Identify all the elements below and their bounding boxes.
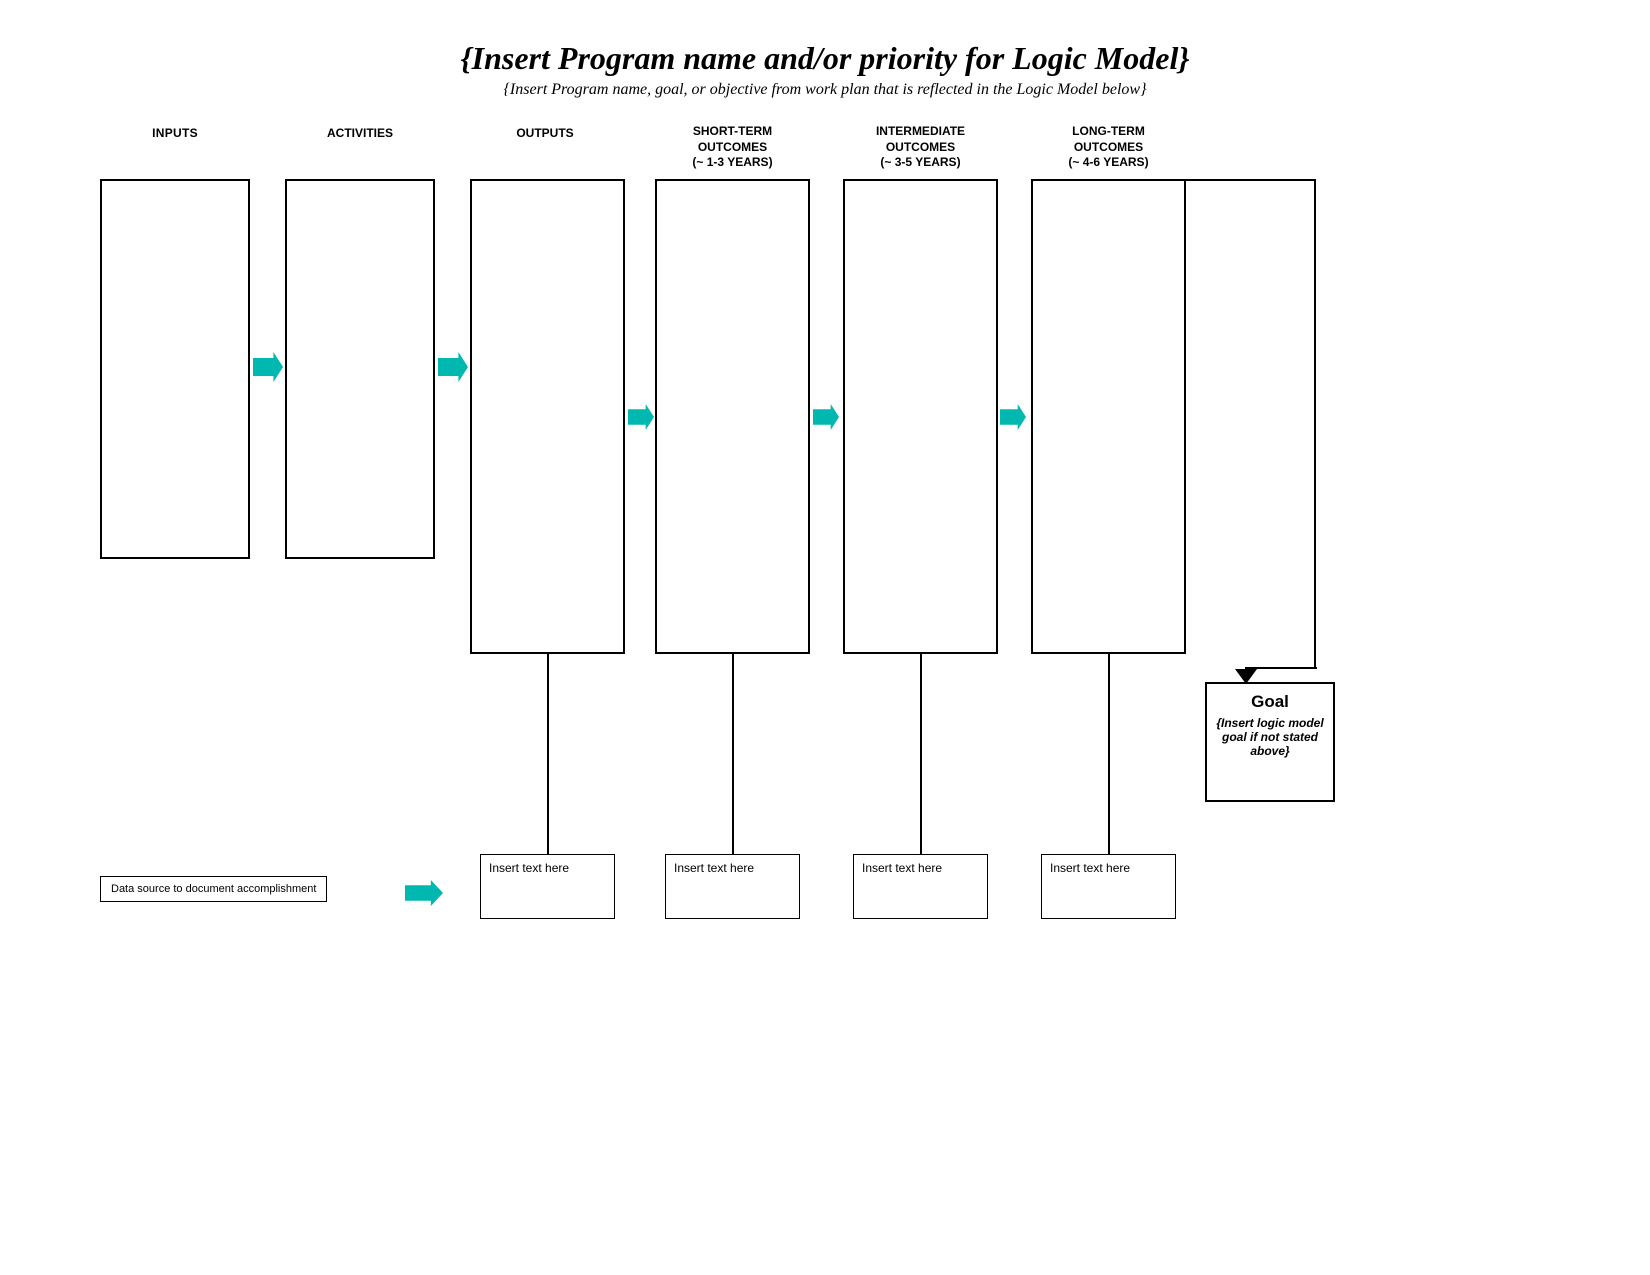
line-right-vertical (1314, 179, 1316, 669)
vert-line-outputs (547, 654, 549, 854)
arrow-data-source (405, 880, 443, 906)
vert-line-long (1108, 654, 1110, 854)
main-title: {Insert Program name and/or priority for… (60, 40, 1590, 77)
short-bottom-text: Insert text here (674, 861, 754, 875)
col-header-activities: ACTIVITIES (285, 124, 435, 142)
vert-line-short (732, 654, 734, 854)
outputs-box (470, 179, 625, 654)
short-bottom-box[interactable]: Insert text here (665, 854, 800, 919)
arrow-outputs-short (628, 404, 654, 430)
intermediate-box (843, 179, 998, 654)
long-bottom-text: Insert text here (1050, 861, 1130, 875)
col-header-intermediate: INTERMEDIATEOUTCOMES(~ 3-5 years) (843, 124, 998, 171)
short-term-box (655, 179, 810, 654)
long-term-box (1031, 179, 1186, 654)
intermediate-bottom-text: Insert text here (862, 861, 942, 875)
page: {Insert Program name and/or priority for… (0, 0, 1650, 1275)
goal-box: Goal {Insert logic model goal if not sta… (1205, 682, 1335, 802)
data-source-box: Data source to document accomplishment (100, 876, 327, 902)
col-header-inputs: inputs (100, 124, 250, 142)
col-header-short-term: SHORT-TERMOUTCOMES(~ 1-3 years) (655, 124, 810, 171)
line-top-right (1186, 179, 1316, 181)
title-section: {Insert Program name and/or priority for… (60, 40, 1590, 99)
long-bottom-box[interactable]: Insert text here (1041, 854, 1176, 919)
diagram-container: inputs ACTIVITIES OUTPUTS SHORT-TERMOUTC… (60, 124, 1590, 1124)
subtitle: {Insert Program name, goal, or objective… (60, 81, 1590, 99)
goal-subtext: {Insert logic model goal if not stated a… (1215, 716, 1325, 758)
outputs-bottom-text: Insert text here (489, 861, 569, 875)
data-source-text: Data source to document accomplishment (111, 883, 316, 895)
arrow-intermediate-long (1000, 404, 1026, 430)
inputs-box (100, 179, 250, 559)
activities-box (285, 179, 435, 559)
col-header-long-term: LONG-TERMOUTCOMES(~ 4-6 years) (1031, 124, 1186, 171)
arrow-short-intermediate (813, 404, 839, 430)
goal-label: Goal (1215, 692, 1325, 712)
vert-line-intermediate (920, 654, 922, 854)
arrow-activities-outputs (438, 352, 468, 382)
intermediate-bottom-box[interactable]: Insert text here (853, 854, 988, 919)
outputs-bottom-box[interactable]: Insert text here (480, 854, 615, 919)
col-header-outputs: OUTPUTS (470, 124, 620, 142)
arrow-inputs-activities (253, 352, 283, 382)
